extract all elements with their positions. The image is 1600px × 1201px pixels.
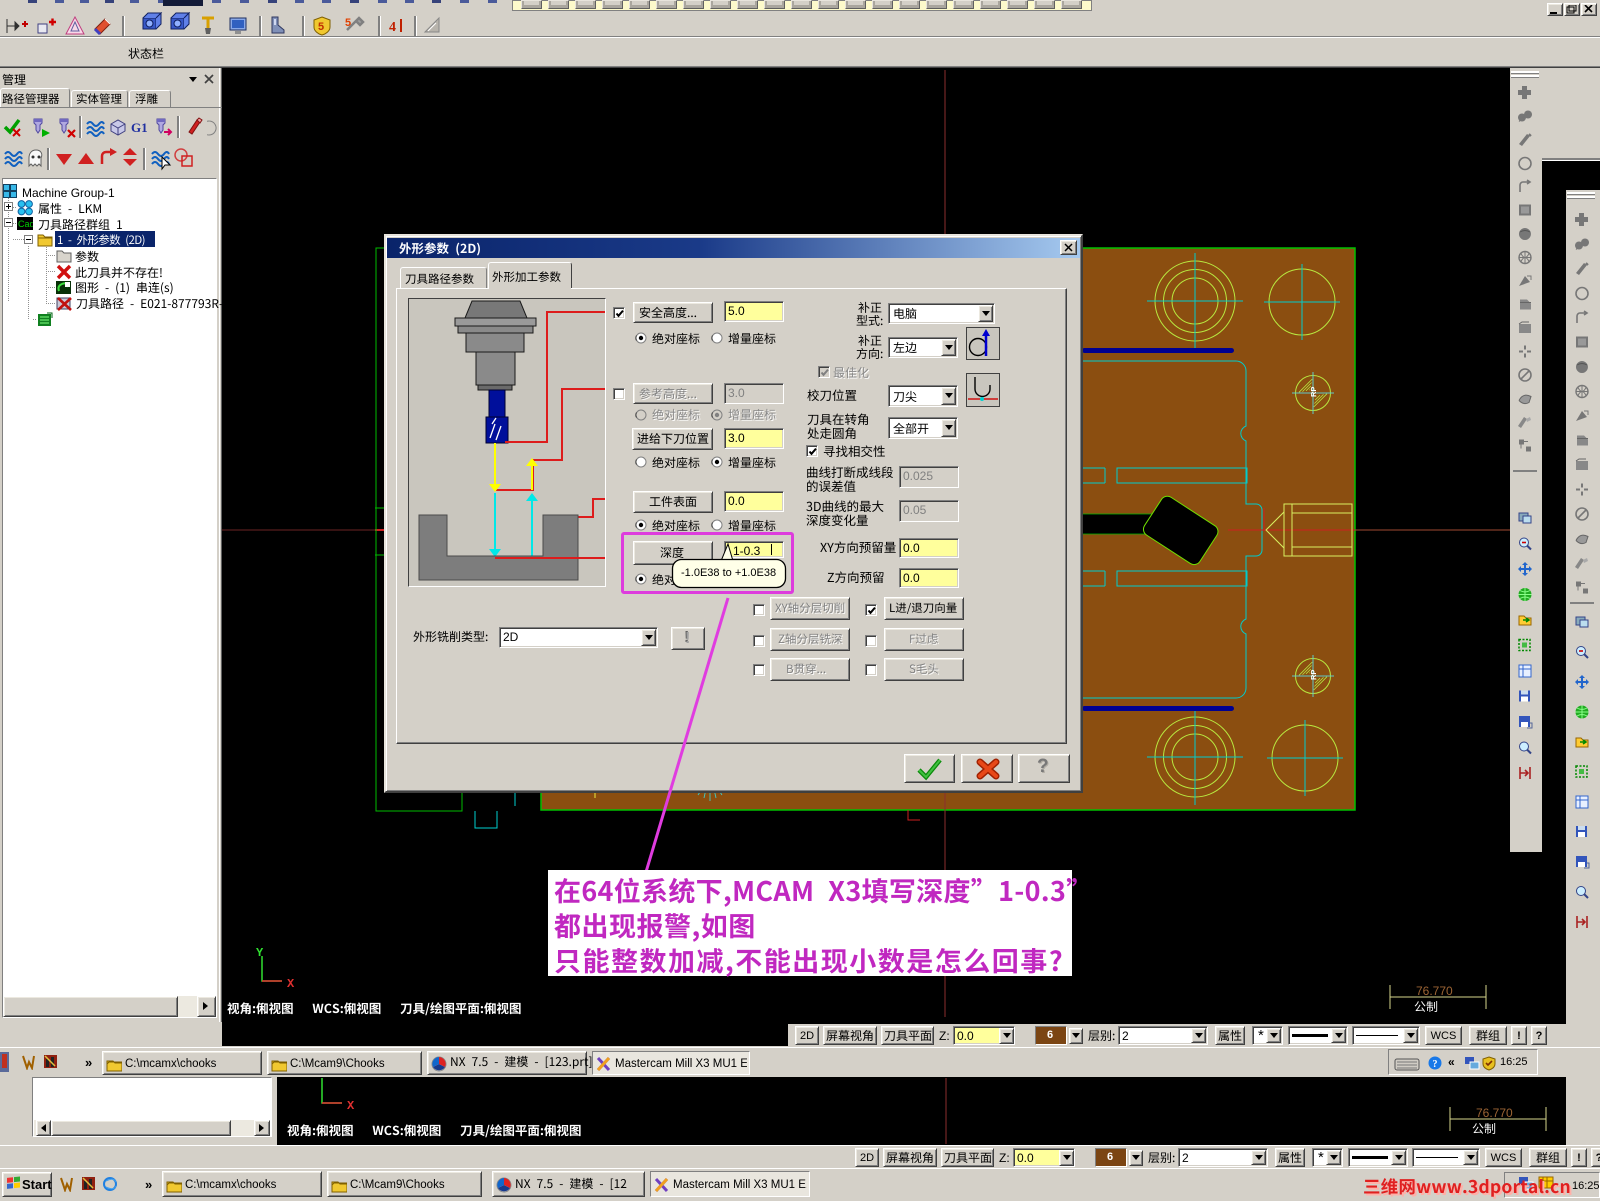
svg-text:76.770: 76.770: [1476, 1106, 1513, 1120]
svg-text:X: X: [347, 1099, 355, 1113]
